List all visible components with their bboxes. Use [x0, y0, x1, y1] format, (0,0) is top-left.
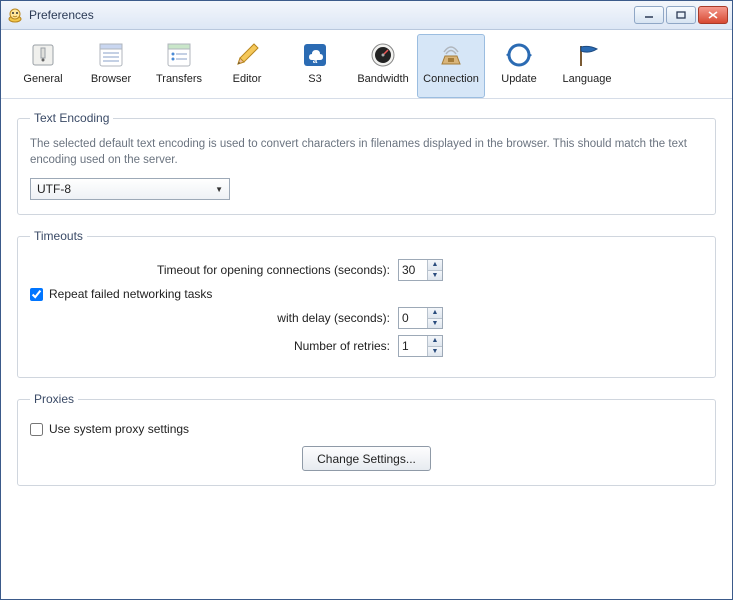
titlebar: Preferences — [1, 1, 732, 30]
spinner-up-icon[interactable]: ▲ — [428, 260, 442, 271]
s3-icon: a — [299, 39, 331, 71]
retries-spinner[interactable]: 1 ▲▼ — [398, 335, 443, 357]
text-encoding-legend: Text Encoding — [30, 111, 113, 125]
delay-value: 0 — [399, 308, 427, 328]
tab-editor[interactable]: Editor — [213, 34, 281, 98]
tab-label: Transfers — [156, 73, 202, 85]
content-area: Text Encoding The selected default text … — [1, 99, 732, 599]
gauge-icon — [367, 39, 399, 71]
timeouts-legend: Timeouts — [30, 229, 87, 243]
svg-text:a: a — [313, 56, 318, 65]
change-settings-button[interactable]: Change Settings... — [302, 446, 431, 471]
spinner-up-icon[interactable]: ▲ — [428, 308, 442, 319]
pencil-icon — [231, 39, 263, 71]
chevron-down-icon: ▼ — [215, 185, 223, 194]
timeout-value: 30 — [399, 260, 427, 280]
tab-s3[interactable]: a S3 — [281, 34, 349, 98]
tab-label: S3 — [308, 73, 321, 85]
app-icon — [7, 7, 23, 23]
tab-label: Connection — [423, 73, 479, 85]
tab-label: General — [23, 73, 62, 85]
encoding-select[interactable]: UTF-8 ▼ — [30, 178, 230, 200]
spinner-down-icon[interactable]: ▼ — [428, 347, 442, 357]
tab-general[interactable]: General — [9, 34, 77, 98]
repeat-label-text: Repeat failed networking tasks — [49, 287, 212, 301]
delay-label: with delay (seconds): — [30, 311, 398, 325]
tab-label: Language — [563, 73, 612, 85]
spinner-up-icon[interactable]: ▲ — [428, 336, 442, 347]
connection-icon — [435, 39, 467, 71]
system-proxy-label-text: Use system proxy settings — [49, 422, 189, 436]
window-title: Preferences — [29, 8, 634, 22]
timeouts-group: Timeouts Timeout for opening connections… — [17, 229, 716, 378]
list-icon — [95, 39, 127, 71]
text-encoding-description: The selected default text encoding is us… — [30, 137, 703, 168]
tab-label: Bandwidth — [357, 73, 408, 85]
tab-connection[interactable]: Connection — [417, 34, 485, 98]
minimize-button[interactable] — [634, 6, 664, 24]
timeout-label: Timeout for opening connections (seconds… — [30, 263, 398, 277]
delay-spinner[interactable]: 0 ▲▼ — [398, 307, 443, 329]
tab-label: Update — [501, 73, 536, 85]
refresh-icon — [503, 39, 535, 71]
spinner-down-icon[interactable]: ▼ — [428, 271, 442, 281]
retries-value: 1 — [399, 336, 427, 356]
timeout-spinner[interactable]: 30 ▲▼ — [398, 259, 443, 281]
retries-label: Number of retries: — [30, 339, 398, 353]
tab-label: Editor — [233, 73, 262, 85]
tab-label: Browser — [91, 73, 131, 85]
switch-icon — [27, 39, 59, 71]
tab-update[interactable]: Update — [485, 34, 553, 98]
proxies-legend: Proxies — [30, 392, 78, 406]
flag-icon — [571, 39, 603, 71]
system-proxy-checkbox-label[interactable]: Use system proxy settings — [30, 422, 189, 436]
tab-language[interactable]: Language — [553, 34, 621, 98]
encoding-value: UTF-8 — [37, 182, 71, 196]
maximize-button[interactable] — [666, 6, 696, 24]
transfers-icon — [163, 39, 195, 71]
preferences-toolbar: General Browser Transfers Editor a S3 — [1, 30, 732, 99]
proxies-group: Proxies Use system proxy settings Change… — [17, 392, 716, 486]
close-button[interactable] — [698, 6, 728, 24]
window-controls — [634, 6, 728, 24]
preferences-window: Preferences General Browser — [0, 0, 733, 600]
tab-browser[interactable]: Browser — [77, 34, 145, 98]
text-encoding-group: Text Encoding The selected default text … — [17, 111, 716, 215]
system-proxy-checkbox[interactable] — [30, 423, 43, 436]
spinner-down-icon[interactable]: ▼ — [428, 319, 442, 329]
tab-transfers[interactable]: Transfers — [145, 34, 213, 98]
repeat-checkbox[interactable] — [30, 288, 43, 301]
repeat-checkbox-label[interactable]: Repeat failed networking tasks — [30, 287, 212, 301]
tab-bandwidth[interactable]: Bandwidth — [349, 34, 417, 98]
